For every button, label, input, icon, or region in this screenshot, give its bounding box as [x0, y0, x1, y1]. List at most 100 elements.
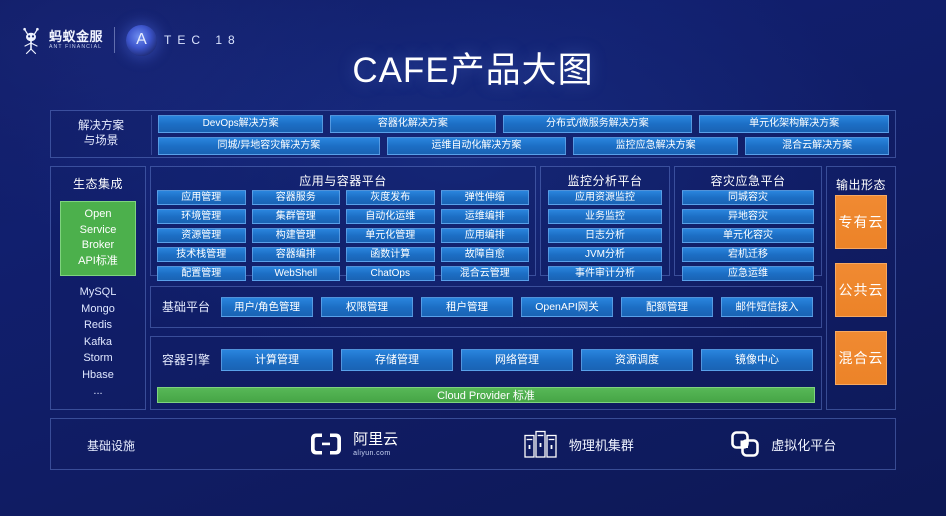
- solutions-row-2: 同城/异地容灾解决方案 运维自动化解决方案 监控应急解决方案 混合云解决方案: [158, 137, 889, 155]
- platform-chip[interactable]: 资源管理: [157, 228, 246, 243]
- container-engine-chip[interactable]: 网络管理: [461, 349, 573, 371]
- solutions-label-line2: 与场景: [83, 135, 119, 147]
- solutions-label: 解决方案 与场景: [57, 119, 145, 149]
- platform-chip[interactable]: 配置管理: [157, 266, 246, 281]
- solution-chip[interactable]: 监控应急解决方案: [573, 137, 739, 155]
- platform-chip[interactable]: 容器服务: [251, 190, 340, 205]
- base-platform-row: 基础平台 用户/角色管理 权限管理 租户管理 OpenAPI网关 配额管理 邮件…: [151, 287, 821, 327]
- platform-chip[interactable]: 混合云管理: [440, 266, 529, 281]
- platform-chip[interactable]: 环境管理: [157, 209, 246, 224]
- output-list: 专有云 公共云 混合云: [835, 195, 887, 385]
- platform-chip[interactable]: 技术栈管理: [157, 247, 246, 262]
- solution-chip[interactable]: 运维自动化解决方案: [386, 137, 567, 155]
- disaster-recovery-title: 容灾应急平台: [710, 174, 786, 188]
- infrastructure-label: 基础设施: [87, 439, 136, 453]
- solution-chip[interactable]: 同城/异地容灾解决方案: [158, 137, 380, 155]
- output-box[interactable]: 混合云: [835, 331, 887, 385]
- ecosystem-highlight-box: Open Service Broker API标准: [60, 201, 136, 276]
- solutions-panel: 解决方案 与场景 DevOps解决方案 容器化解决方案 分布式/微服务解决方案 …: [50, 110, 896, 158]
- ecosystem-title: 生态集成: [72, 177, 123, 191]
- solution-chip[interactable]: 单元化架构解决方案: [699, 115, 889, 133]
- ecosystem-list: MySQL Mongo Redis Kafka Storm Hbase ...: [51, 284, 145, 400]
- platform-title: 应用与容器平台: [299, 174, 387, 188]
- monitoring-chip[interactable]: JVM分析: [548, 247, 662, 262]
- container-engine-chip[interactable]: 计算管理: [221, 349, 333, 371]
- ecosystem-highlight-item: API标准: [78, 254, 118, 267]
- aliyun-name-cn: 阿里云: [353, 430, 399, 448]
- ecosystem-panel: 生态集成 Open Service Broker API标准 MySQL Mon…: [50, 166, 146, 410]
- ecosystem-item: MySQL: [79, 286, 117, 298]
- platform-chip[interactable]: 故障自愈: [440, 247, 529, 262]
- virtualization-label: 虚拟化平台: [771, 437, 837, 453]
- infrastructure-item-aliyun: 阿里云 aliyun.com: [231, 431, 476, 457]
- disaster-recovery-chip[interactable]: 同城容灾: [682, 190, 814, 205]
- platform-chip[interactable]: 容器编排: [251, 247, 340, 262]
- infrastructure-panel: 基础设施 阿里云 aliyun.com 物理机集群 虚拟化平台: [50, 418, 896, 470]
- aliyun-name-en: aliyun.com: [353, 449, 391, 457]
- solution-chip[interactable]: 分布式/微服务解决方案: [502, 115, 693, 133]
- platform-chip[interactable]: 集群管理: [251, 209, 340, 224]
- base-platform-chip[interactable]: 租户管理: [421, 297, 513, 317]
- infrastructure-item-physical: 物理机集群: [476, 429, 680, 459]
- ecosystem-item: Kafka: [83, 335, 113, 348]
- solution-chip[interactable]: 混合云解决方案: [745, 137, 889, 155]
- disaster-recovery-list: 同城容灾 异地容灾 单元化容灾 宕机迁移 应急运维: [682, 190, 814, 281]
- platform-chip[interactable]: 应用编排: [440, 228, 529, 243]
- ecosystem-item: Hbase: [82, 368, 114, 381]
- platform-chip[interactable]: 自动化运维: [346, 209, 435, 224]
- vmware-icon: [731, 431, 760, 457]
- ecosystem-item: Storm: [83, 352, 113, 364]
- slide-canvas: 蚂蚁金服 ANT FINANCIAL A TEC 18 CAFE产品大图 解决方…: [0, 0, 946, 516]
- platform-chip[interactable]: 灰度发布: [346, 190, 435, 205]
- container-engine-panel: 容器引擎 计算管理 存储管理 网络管理 资源调度 镜像中心 Cloud Prov…: [150, 336, 822, 410]
- ecosystem-highlight-item: Broker: [81, 239, 115, 251]
- base-platform-chip[interactable]: 配额管理: [621, 297, 713, 317]
- disaster-recovery-chip[interactable]: 异地容灾: [682, 209, 814, 224]
- platform-chip[interactable]: WebShell: [251, 266, 340, 281]
- base-platform-chip[interactable]: OpenAPI网关: [521, 297, 613, 317]
- platform-chip[interactable]: 弹性伸缩: [440, 190, 529, 205]
- monitoring-chip[interactable]: 事件审计分析: [548, 266, 662, 281]
- output-title: 输出形态: [835, 178, 886, 192]
- solutions-label-line1: 解决方案: [78, 120, 124, 132]
- platform-grid: 应用管理 容器服务 灰度发布 弹性伸缩 环境管理 集群管理 自动化运维 运维编排…: [157, 190, 529, 281]
- base-platform-chip[interactable]: 权限管理: [321, 297, 413, 317]
- application-container-platform-panel: 应用与容器平台 应用管理 容器服务 灰度发布 弹性伸缩 环境管理 集群管理 自动…: [150, 166, 536, 281]
- container-engine-chip[interactable]: 镜像中心: [701, 349, 813, 371]
- disaster-recovery-chip[interactable]: 宕机迁移: [682, 247, 814, 262]
- brand-name-cn: 蚂蚁金服: [49, 28, 104, 44]
- platform-chip[interactable]: 单元化管理: [346, 228, 435, 243]
- output-box[interactable]: 公共云: [835, 263, 887, 317]
- platform-chip[interactable]: 函数计算: [346, 247, 435, 262]
- solution-chip[interactable]: 容器化解决方案: [330, 115, 496, 133]
- ecosystem-highlight-item: Service: [79, 223, 117, 236]
- solutions-row-1: DevOps解决方案 容器化解决方案 分布式/微服务解决方案 单元化架构解决方案: [158, 115, 889, 133]
- monitoring-chip[interactable]: 日志分析: [548, 228, 662, 243]
- container-engine-label: 容器引擎: [161, 352, 210, 367]
- base-platform-label: 基础平台: [161, 299, 210, 314]
- output-box[interactable]: 专有云: [835, 195, 887, 249]
- monitoring-chip[interactable]: 业务监控: [548, 209, 662, 224]
- server-rack-icon: [524, 430, 557, 458]
- disaster-recovery-chip[interactable]: 应急运维: [682, 266, 814, 281]
- base-platform-chip[interactable]: 用户/角色管理: [221, 297, 313, 317]
- monitoring-list: 应用资源监控 业务监控 日志分析 JVM分析 事件审计分析: [548, 190, 662, 281]
- platform-chip[interactable]: 应用管理: [157, 190, 246, 205]
- page-title: CAFE产品大图: [352, 51, 594, 90]
- base-platform-chip[interactable]: 邮件短信接入: [721, 297, 813, 317]
- monitoring-platform-panel: 监控分析平台 应用资源监控 业务监控 日志分析 JVM分析 事件审计分析: [540, 166, 670, 281]
- platform-chip[interactable]: 运维编排: [440, 209, 529, 224]
- disaster-recovery-panel: 容灾应急平台 同城容灾 异地容灾 单元化容灾 宕机迁移 应急运维: [674, 166, 822, 281]
- container-engine-chip[interactable]: 资源调度: [581, 349, 693, 371]
- solution-chip[interactable]: DevOps解决方案: [158, 115, 324, 133]
- platform-chip[interactable]: 构建管理: [251, 228, 340, 243]
- ecosystem-item: Mongo: [81, 302, 115, 315]
- monitoring-chip[interactable]: 应用资源监控: [548, 190, 662, 205]
- ecosystem-item: Redis: [83, 319, 113, 331]
- platform-chip[interactable]: ChatOps: [346, 266, 435, 281]
- ecosystem-item: ...: [93, 385, 103, 397]
- disaster-recovery-chip[interactable]: 单元化容灾: [682, 228, 814, 243]
- infrastructure-item-virtualization: 虚拟化平台: [681, 429, 885, 459]
- monitoring-title: 监控分析平台: [567, 174, 643, 188]
- container-engine-chip[interactable]: 存储管理: [341, 349, 453, 371]
